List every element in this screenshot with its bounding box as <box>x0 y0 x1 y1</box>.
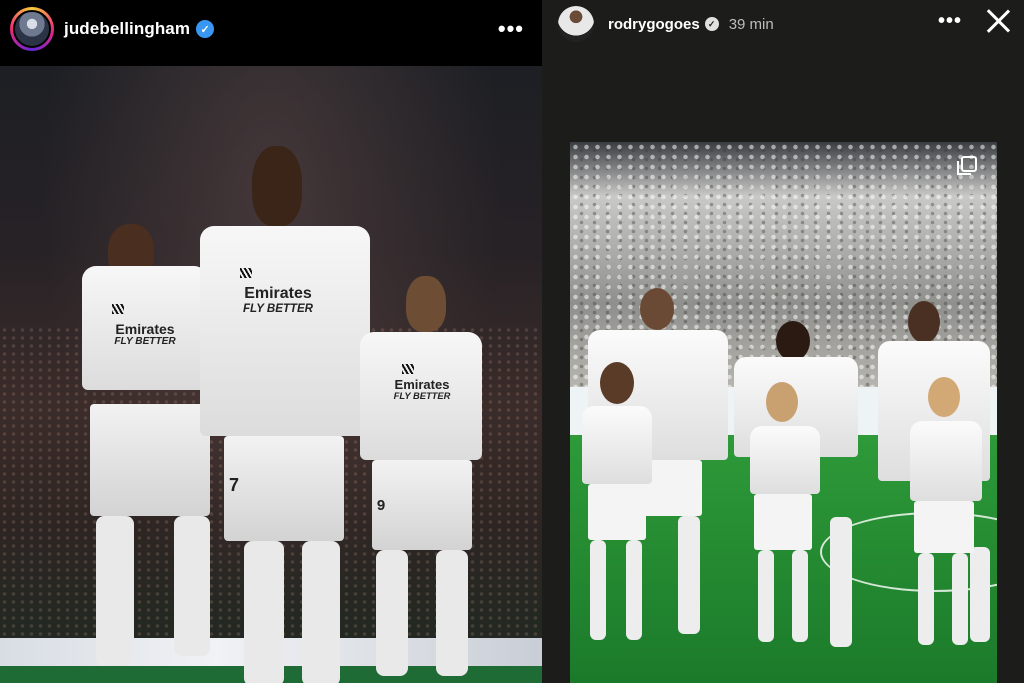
shorts-number: 7 <box>228 475 239 495</box>
more-options-button[interactable]: ••• <box>498 16 524 42</box>
child-shorts <box>754 494 812 550</box>
child-head <box>928 377 960 417</box>
child-leg <box>792 550 808 642</box>
story-username[interactable]: rodrygogoes <box>608 16 700 33</box>
avatar[interactable] <box>10 7 54 51</box>
story-header: rodrygogoes ✓ 39 min ••• <box>542 0 1024 48</box>
jersey-sponsor: Emirates FLY BETTER <box>114 321 176 347</box>
child-leg <box>918 553 934 645</box>
child-leg <box>590 540 606 640</box>
child-leg <box>758 550 774 642</box>
child-leg <box>626 540 642 640</box>
player-head <box>908 301 940 343</box>
jersey-sponsor: Emirates FLY BETTER <box>243 285 313 315</box>
child-shirt <box>750 426 820 494</box>
player-leg <box>376 550 408 676</box>
child-leg <box>952 553 968 645</box>
instagram-post: judebellingham ✓ ••• Emirates FLY BETTER <box>0 0 542 683</box>
story-timestamp: 39 min <box>728 15 774 33</box>
player-leg <box>302 541 340 683</box>
post-username[interactable]: judebellingham <box>64 19 190 39</box>
post-header: judebellingham ✓ ••• <box>0 0 542 58</box>
child-shirt <box>910 421 982 501</box>
child-figure <box>908 377 986 652</box>
player-leg <box>436 550 468 676</box>
post-image[interactable]: Emirates FLY BETTER Emirates FLY BETTER … <box>0 66 542 683</box>
multiple-photos-icon <box>957 156 977 175</box>
player-shirt <box>200 226 370 436</box>
avatar[interactable] <box>558 6 594 42</box>
brand-logo-icon <box>112 304 124 314</box>
close-icon[interactable] <box>984 6 1012 34</box>
player-right: Emirates FLY BETTER 9 <box>350 276 510 683</box>
shorts-number: 9 <box>376 497 386 514</box>
brand-logo-icon <box>402 364 414 374</box>
brand-logo-icon <box>240 268 252 278</box>
player-head <box>776 321 810 361</box>
child-figure <box>746 382 826 652</box>
verified-badge-icon: ✓ <box>704 17 719 31</box>
verified-badge-icon: ✓ <box>196 20 215 38</box>
child-head <box>766 382 798 422</box>
player-leg <box>678 516 700 634</box>
player-leg <box>830 517 852 647</box>
shared-post-photo[interactable] <box>570 142 997 683</box>
player-shorts <box>224 436 344 541</box>
child-shirt <box>582 406 652 484</box>
child-shorts <box>914 501 974 553</box>
player-head <box>252 146 302 226</box>
player-head <box>406 276 446 332</box>
jersey-sponsor: Emirates FLY BETTER <box>393 377 451 401</box>
instagram-story: rodrygogoes ✓ 39 min ••• <box>542 0 1024 683</box>
more-options-button[interactable]: ••• <box>938 10 962 33</box>
profile-avatar-icon <box>13 10 51 48</box>
child-shorts <box>588 484 646 540</box>
child-figure <box>578 362 658 652</box>
player-leg <box>244 541 284 683</box>
player-leg <box>96 516 134 666</box>
player-head <box>640 288 674 330</box>
child-head <box>600 362 634 404</box>
